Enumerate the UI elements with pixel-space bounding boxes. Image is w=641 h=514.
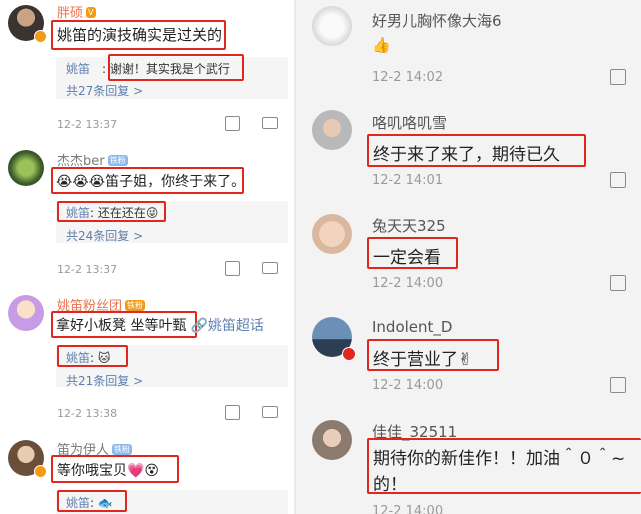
more-replies-link[interactable]: 共27条回复 > <box>66 82 143 99</box>
comment-icon[interactable] <box>262 406 278 418</box>
reply-author: 姚笛 <box>66 351 91 365</box>
timestamp: 12-2 14:00 <box>372 276 444 291</box>
reply-line: 姚笛: 🐟 <box>66 496 113 510</box>
verified-icon <box>34 30 47 43</box>
share-icon[interactable] <box>610 69 626 85</box>
more-replies-link[interactable]: 共24条回复 > <box>66 227 143 244</box>
timestamp: 12-2 13:37 <box>57 263 118 276</box>
comment-text: 😭😭😭笛子姐，你终于来了。 <box>56 174 246 190</box>
comment-text: 👍 <box>372 36 391 54</box>
comment-text: 拿好小板凳 坐等叶甄 🔗姚笛超话 <box>56 318 264 334</box>
avatar[interactable] <box>8 295 44 331</box>
username[interactable]: 胖硕 V <box>57 2 96 21</box>
timestamp: 12-2 13:38 <box>57 407 118 420</box>
reply-author: 姚笛 <box>66 496 91 510</box>
right-comment-panel: 好男儿胸怀像大海6 👍 12-2 14:02 咯叽咯叽雪 终于来了来了，期待已久… <box>296 0 641 514</box>
fan-badge: 铁粉 <box>107 155 128 166</box>
timestamp: 12-2 14:02 <box>372 70 444 85</box>
share-icon[interactable] <box>610 172 626 188</box>
verified-icon <box>34 465 47 478</box>
comment-text: 期待你的新佳作！！加油＾０＾~ <box>373 449 626 469</box>
comment-text: 一定会看 <box>373 248 441 268</box>
timestamp: 12-2 13:37 <box>57 118 118 131</box>
left-comment-panel: 胖硕 V 姚笛的演技确实是过关的 姚笛: 谢谢！其实我是个武行 共27条回复 > … <box>0 0 296 514</box>
vip-badge-icon: V <box>86 7 96 18</box>
avatar[interactable] <box>312 420 352 460</box>
avatar[interactable] <box>312 214 352 254</box>
timestamp: 12-2 14:00 <box>372 378 444 393</box>
reply-line: 姚笛: 🐱 <box>66 351 111 365</box>
comment-text: 等你哦宝贝💗😵 <box>57 463 160 479</box>
share-icon[interactable] <box>610 275 626 291</box>
reply-line: 姚笛: 谢谢！其实我是个武行 <box>66 62 230 76</box>
fan-badge: 铁粉 <box>125 300 146 311</box>
timestamp: 12-2 14:00 <box>372 504 444 514</box>
timestamp: 12-2 14:01 <box>372 173 444 188</box>
avatar[interactable] <box>8 150 44 186</box>
share-icon[interactable] <box>225 261 240 276</box>
username[interactable]: Indolent_D <box>372 318 452 336</box>
comment-text: 姚笛的演技确实是过关的 <box>57 26 223 44</box>
topic-link[interactable]: 姚笛超话 <box>208 318 264 334</box>
comment-text-continued: 的！ <box>373 475 407 495</box>
more-replies-link[interactable]: 共21条回复 > <box>66 372 143 389</box>
comment-text: 终于来了来了，期待已久 <box>373 145 560 165</box>
avatar[interactable] <box>312 6 352 46</box>
username[interactable]: 好男儿胸怀像大海6 <box>372 10 502 31</box>
comment-icon[interactable] <box>262 262 278 274</box>
comment-icon[interactable] <box>262 117 278 129</box>
username[interactable]: 咯叽咯叽雪 <box>372 112 447 133</box>
verified-icon <box>342 347 356 361</box>
username[interactable]: 兔天天325 <box>372 215 446 236</box>
avatar[interactable] <box>312 110 352 150</box>
reply-line: 姚笛: 还在还在😜 <box>66 206 159 220</box>
share-icon[interactable] <box>225 116 240 131</box>
reply-author: 姚笛 <box>66 206 91 220</box>
share-icon[interactable] <box>225 405 240 420</box>
reply-author: 姚笛 <box>66 62 91 76</box>
comment-text: 终于营业了✌ <box>373 350 473 370</box>
fan-badge: 铁粉 <box>112 444 133 455</box>
share-icon[interactable] <box>610 377 626 393</box>
